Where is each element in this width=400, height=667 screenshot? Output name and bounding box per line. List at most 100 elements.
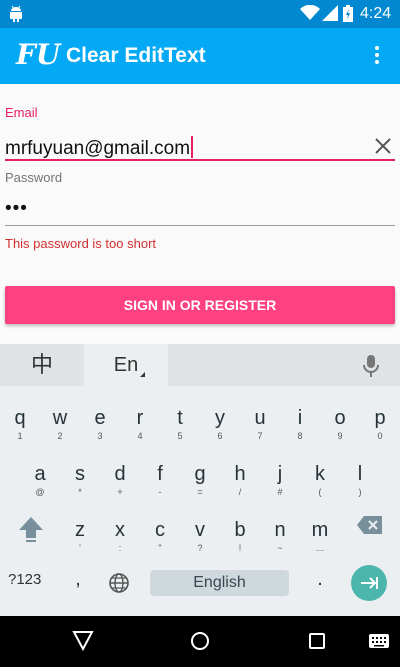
key-label: n bbox=[274, 519, 286, 541]
key-h[interactable]: h / bbox=[220, 450, 260, 506]
shift-icon[interactable] bbox=[16, 514, 46, 544]
chinese-language-key[interactable]: 中 bbox=[0, 344, 84, 386]
key-p[interactable]: p0 bbox=[360, 394, 400, 450]
email-field[interactable]: mrfuyuan@gmail.com bbox=[5, 136, 194, 160]
key-c[interactable]: c " bbox=[140, 506, 180, 562]
wifi-icon bbox=[300, 5, 320, 20]
key-n[interactable]: n ~ bbox=[260, 506, 300, 562]
key-label: o bbox=[334, 407, 346, 429]
key-label: t bbox=[177, 407, 183, 429]
key-l[interactable]: l) bbox=[340, 450, 380, 506]
numbers-key[interactable]: ?123 bbox=[8, 571, 52, 595]
key-label: u bbox=[254, 407, 266, 429]
enter-key[interactable] bbox=[351, 565, 387, 601]
comma-key[interactable]: , bbox=[68, 568, 88, 596]
app-bar: FU Clear EditText bbox=[0, 28, 400, 84]
key-label: k bbox=[315, 463, 325, 485]
keyboard-switch-icon[interactable] bbox=[368, 616, 390, 667]
english-language-label: En bbox=[113, 354, 139, 376]
key-t[interactable]: t5 bbox=[160, 394, 200, 450]
key-label: s bbox=[75, 463, 85, 485]
password-underline bbox=[5, 225, 395, 226]
sign-in-register-button[interactable]: SIGN IN OR REGISTER bbox=[5, 286, 395, 324]
password-label: Password bbox=[5, 170, 63, 185]
key-hint: / bbox=[238, 487, 242, 497]
key-hint: ? bbox=[197, 543, 203, 553]
key-label: d bbox=[114, 463, 126, 485]
key-j[interactable]: j # bbox=[260, 450, 300, 506]
email-label: Email bbox=[5, 105, 38, 120]
key-k[interactable]: k( bbox=[300, 450, 340, 506]
clock: 4:24 bbox=[360, 5, 392, 22]
password-field[interactable]: ••• bbox=[5, 198, 28, 220]
key-y[interactable]: y6 bbox=[200, 394, 240, 450]
key-label: v bbox=[195, 519, 205, 541]
key-d[interactable]: d + bbox=[100, 450, 140, 506]
key-hint: = bbox=[197, 487, 203, 497]
key-z[interactable]: z ' bbox=[60, 506, 100, 562]
home-icon[interactable] bbox=[190, 616, 210, 667]
key-label: i bbox=[297, 407, 303, 429]
navigation-bar bbox=[0, 616, 400, 667]
app-logo: FU bbox=[16, 38, 61, 71]
close-icon[interactable] bbox=[372, 135, 394, 157]
period-key[interactable]: . bbox=[310, 568, 330, 596]
back-icon[interactable] bbox=[70, 616, 96, 667]
key-label: l bbox=[357, 463, 363, 485]
key-a[interactable]: a @ bbox=[20, 450, 60, 506]
key-u[interactable]: u7 bbox=[240, 394, 280, 450]
key-hint: @ bbox=[35, 487, 45, 497]
key-hint: 7 bbox=[257, 431, 263, 441]
key-label: y bbox=[215, 407, 225, 429]
key-label: r bbox=[136, 407, 144, 429]
key-hint: 5 bbox=[177, 431, 183, 441]
key-m[interactable]: m… bbox=[300, 506, 340, 562]
key-f[interactable]: f- bbox=[140, 450, 180, 506]
key-hint: + bbox=[117, 487, 123, 497]
key-hint: * bbox=[78, 487, 82, 497]
key-label: g bbox=[194, 463, 206, 485]
backspace-icon[interactable] bbox=[356, 514, 384, 536]
login-form: Email mrfuyuan@gmail.com Password ••• Th… bbox=[0, 84, 400, 344]
soft-keyboard: 中 En q 1 w 2 e 3 r 4 t 5 y 6 u 7 i 8 o 9 p 0 a @ s * d + f - g = h / j # k… bbox=[0, 344, 400, 616]
key-hint: : bbox=[118, 543, 122, 553]
key-hint: ' bbox=[79, 543, 81, 553]
key-label: c bbox=[155, 519, 165, 541]
key-w[interactable]: w2 bbox=[40, 394, 80, 450]
english-language-key[interactable]: En bbox=[84, 344, 168, 386]
status-bar: 4:24 bbox=[0, 0, 400, 28]
key-hint: ! bbox=[238, 543, 242, 553]
key-r[interactable]: r4 bbox=[120, 394, 160, 450]
key-o[interactable]: o9 bbox=[320, 394, 360, 450]
key-label: z bbox=[75, 519, 85, 541]
signal-icon bbox=[322, 5, 338, 21]
key-hint: ~ bbox=[277, 543, 283, 553]
enter-arrow-icon bbox=[361, 577, 378, 589]
key-label: p bbox=[374, 407, 386, 429]
key-b[interactable]: b! bbox=[220, 506, 260, 562]
key-i[interactable]: i8 bbox=[280, 394, 320, 450]
corner-indicator-icon bbox=[140, 372, 145, 377]
key-e[interactable]: e3 bbox=[80, 394, 120, 450]
key-hint: … bbox=[315, 543, 325, 553]
text-cursor bbox=[191, 136, 194, 158]
key-g[interactable]: g = bbox=[180, 450, 220, 506]
key-hint: ) bbox=[358, 487, 362, 497]
more-vert-icon[interactable] bbox=[366, 44, 388, 68]
android-icon bbox=[10, 5, 22, 22]
key-s[interactable]: s * bbox=[60, 450, 100, 506]
battery-icon bbox=[343, 5, 353, 22]
key-label: m bbox=[311, 519, 329, 541]
key-label: x bbox=[115, 519, 125, 541]
globe-icon[interactable] bbox=[108, 572, 130, 594]
key-q[interactable]: q1 bbox=[0, 394, 40, 450]
key-v[interactable]: v? bbox=[180, 506, 220, 562]
key-hint: 3 bbox=[97, 431, 103, 441]
recents-icon[interactable] bbox=[308, 616, 326, 667]
key-label: q bbox=[14, 407, 26, 429]
app-title: Clear EditText bbox=[66, 44, 206, 67]
key-x[interactable]: x: bbox=[100, 506, 140, 562]
key-hint: 0 bbox=[377, 431, 383, 441]
microphone-icon[interactable] bbox=[360, 354, 382, 378]
space-bar[interactable]: English bbox=[150, 570, 289, 596]
